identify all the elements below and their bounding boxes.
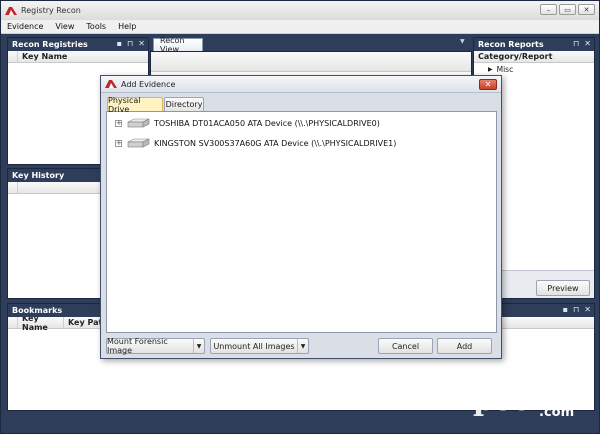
unmount-all-images-button[interactable]: Unmount All Images ▼ <box>210 338 309 354</box>
column-spacer <box>8 182 18 193</box>
column-header: Category/Report <box>474 51 594 63</box>
preview-button[interactable]: Preview <box>536 280 590 296</box>
title-bar: Registry Recon – ▭ ✕ <box>1 1 599 20</box>
minimize-button[interactable]: – <box>540 4 557 15</box>
drive-label: KINGSTON SV300S37A60G ATA Device (\\.\PH… <box>154 138 397 148</box>
mount-forensic-image-button[interactable]: Mount Forensic Image ▼ <box>106 337 205 355</box>
panel-title: Recon Registries <box>12 40 88 49</box>
menu-help[interactable]: Help <box>118 22 136 31</box>
menu-view[interactable]: View <box>55 22 74 31</box>
dialog-title-bar: Add Evidence <box>101 76 501 93</box>
list-item[interactable]: ▶ Misc <box>474 63 594 75</box>
tab-directory[interactable]: Directory <box>164 97 204 111</box>
menu-tools[interactable]: Tools <box>86 22 106 31</box>
window-list-icon[interactable]: ▪ <box>117 39 122 48</box>
button-label[interactable]: Unmount All Images <box>211 339 298 353</box>
panel-header: Recon Reports ⊓ ✕ <box>474 38 594 51</box>
expand-icon[interactable]: + <box>115 119 122 127</box>
watermark-logo-text: pc6 <box>473 383 531 418</box>
cancel-button[interactable]: Cancel <box>378 338 433 354</box>
add-evidence-dialog: Add Evidence ✕ Physical Drive Directory … <box>100 75 502 359</box>
column-category-report[interactable]: Category/Report <box>474 51 594 62</box>
list-item-label: Misc <box>496 64 514 74</box>
menu-evidence[interactable]: Evidence <box>7 22 43 31</box>
dropdown-arrow-icon[interactable]: ▼ <box>194 339 204 353</box>
drive-tree: + TOSHIBA DT01ACA050 ATA Device (\\.\PHY… <box>106 111 497 333</box>
button-label[interactable]: Mount Forensic Image <box>107 337 194 355</box>
tab-dropdown-icon[interactable]: ▼ <box>460 38 465 45</box>
column-header <box>151 52 471 72</box>
close-icon: ✕ <box>583 5 590 14</box>
tree-node[interactable]: + TOSHIBA DT01ACA050 ATA Device (\\.\PHY… <box>115 118 380 128</box>
panel-header: Recon Registries ▪ ⊓ ✕ <box>8 38 148 51</box>
maximize-icon: ▭ <box>564 5 571 14</box>
close-icon: ✕ <box>484 80 492 89</box>
column-key-name[interactable]: Key Name <box>18 314 64 332</box>
tab-recon-view[interactable]: Recon View <box>153 36 203 54</box>
panel-title: Recon Reports <box>478 40 544 49</box>
app-logo-icon <box>105 80 117 88</box>
close-icon[interactable]: ✕ <box>584 305 591 314</box>
watermark-sub-text: 下载站 <box>539 389 573 404</box>
dialog-title: Add Evidence <box>121 79 176 89</box>
maximize-button[interactable]: ▭ <box>559 4 576 15</box>
pin-icon[interactable]: ⊓ <box>573 39 579 48</box>
tree-node[interactable]: + KINGSTON SV300S37A60G ATA Device (\\.\… <box>115 138 396 148</box>
add-button[interactable]: Add <box>437 338 492 354</box>
column-header: Key Name <box>8 51 148 63</box>
window-title: Registry Recon <box>21 6 81 15</box>
column-spacer <box>8 317 18 328</box>
app-window: Registry Recon – ▭ ✕ Evidence View Tools… <box>0 0 600 434</box>
dropdown-arrow-icon[interactable]: ▼ <box>298 339 308 353</box>
app-logo-icon <box>5 6 17 15</box>
pc6-watermark: pc6 下载站 .com <box>473 383 593 427</box>
expand-icon[interactable]: + <box>115 139 122 147</box>
pin-icon[interactable]: ⊓ <box>127 39 133 48</box>
minimize-icon: – <box>546 5 551 14</box>
panel-title: Key History <box>12 171 65 180</box>
hard-drive-icon <box>127 138 150 148</box>
pin-icon[interactable]: ⊓ <box>573 305 579 314</box>
dialog-close-button[interactable]: ✕ <box>479 79 497 90</box>
column-key-name[interactable]: Key Name <box>18 51 148 62</box>
drive-label: TOSHIBA DT01ACA050 ATA Device (\\.\PHYSI… <box>154 118 380 128</box>
close-icon[interactable]: ✕ <box>138 39 145 48</box>
hard-drive-icon <box>127 118 150 128</box>
menu-bar: Evidence View Tools Help <box>1 20 599 34</box>
window-list-icon[interactable]: ▪ <box>563 305 568 314</box>
close-icon[interactable]: ✕ <box>584 39 591 48</box>
close-button[interactable]: ✕ <box>578 4 595 15</box>
tab-physical-drive[interactable]: Physical Drive <box>107 96 163 114</box>
panel-title: Bookmarks <box>12 306 63 315</box>
expand-arrow-icon[interactable]: ▶ <box>488 66 493 73</box>
watermark-domain-text: .com <box>539 405 575 420</box>
column-spacer <box>8 51 18 62</box>
